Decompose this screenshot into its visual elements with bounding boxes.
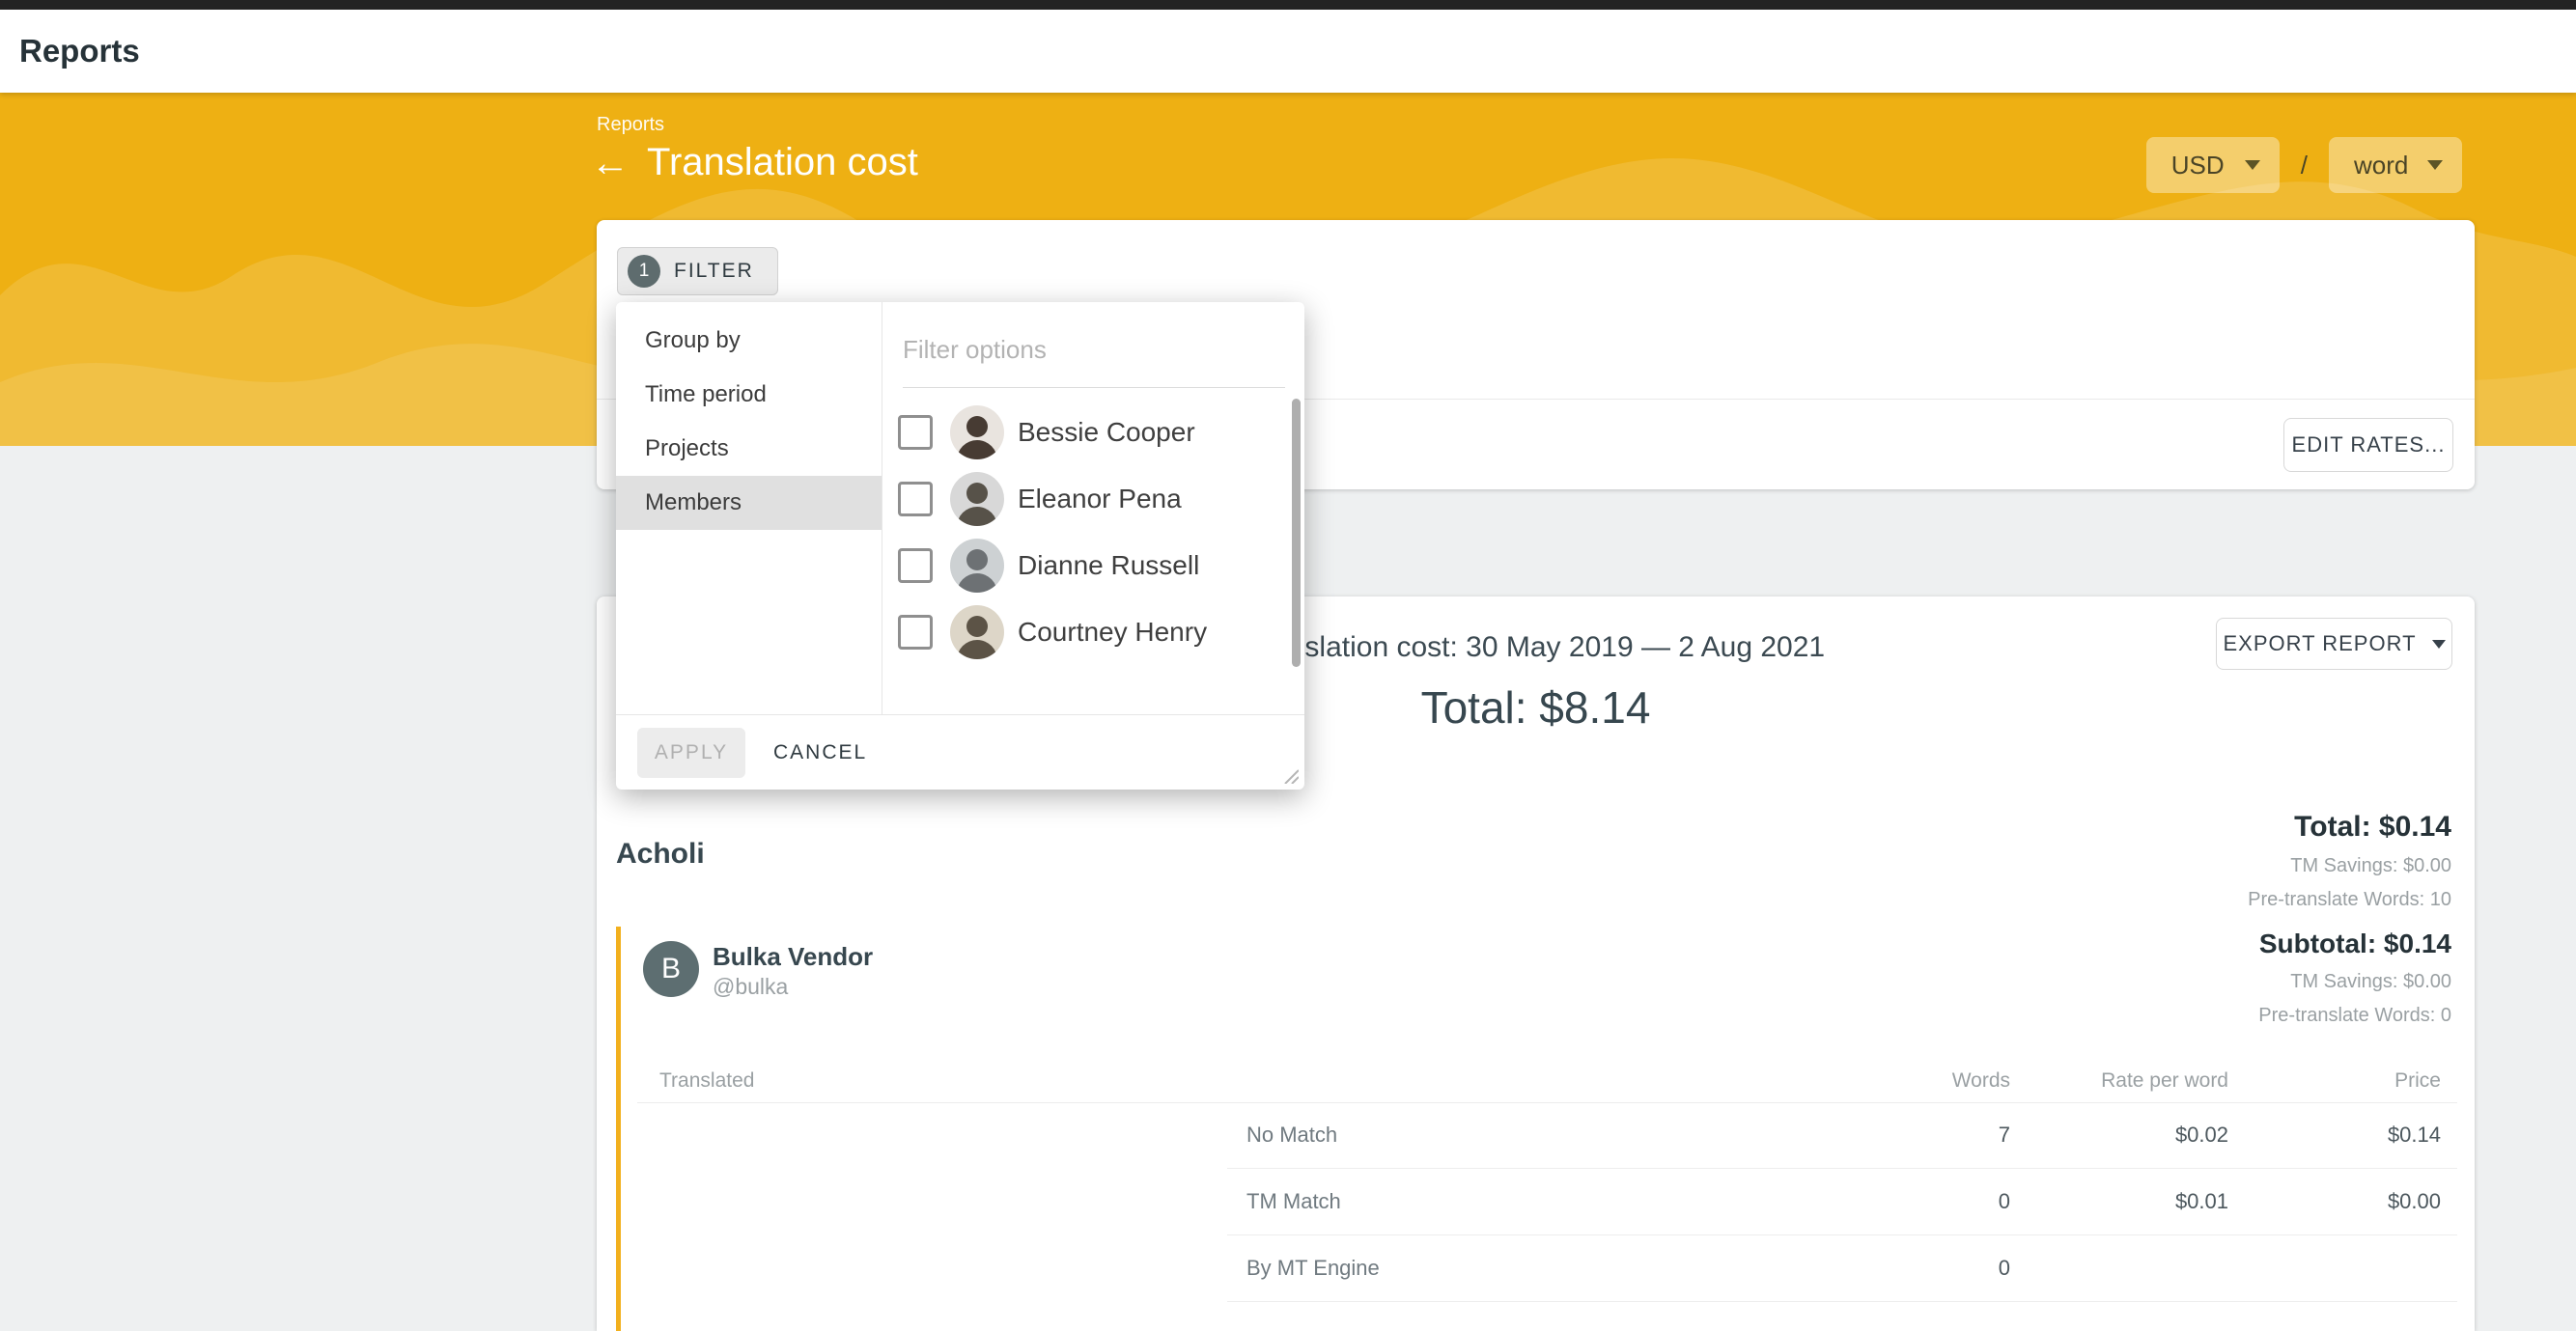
language-totals: Total: $0.14 TM Savings: $0.00 Pre-trans… [2248,811,2451,911]
top-strip [0,0,2576,10]
unit-value: word [2354,151,2408,180]
row-words: 7 [1999,1123,2010,1148]
currency-value: USD [2171,151,2225,180]
table-header-row: Translated Words Rate per word Price [659,1069,2457,1098]
checkbox-icon[interactable] [898,615,933,650]
report-title: Translation cost [647,141,918,184]
resize-handle-icon[interactable] [1281,766,1299,784]
vendor-pretranslate-words: Pre-translate Words: 0 [2258,1005,2451,1027]
vendor-handle: @bulka [713,974,788,1000]
vendor-accent-border [616,927,621,1331]
currency-select[interactable]: USD [2146,137,2280,193]
export-report-button[interactable]: EXPORT REPORT [2216,618,2452,670]
filter-button-label: FILTER [674,260,754,283]
filter-category-projects[interactable]: Projects [616,422,882,476]
language-tm-savings: TM Savings: $0.00 [2248,855,2451,877]
chevron-down-icon [2432,640,2446,649]
row-rate: $0.01 [2175,1189,2228,1214]
row-label: TM Match [1246,1189,1341,1214]
row-rate: $0.02 [2175,1123,2228,1148]
table-row: By MT Engine 0 [1227,1235,2457,1302]
member-name: Eleanor Pena [1018,484,1182,514]
chevron-down-icon [2427,160,2443,170]
table-row: TM Match 0 $0.01 $0.00 [1227,1169,2457,1235]
vendor-tm-savings: TM Savings: $0.00 [2258,971,2451,993]
checkbox-icon[interactable] [898,415,933,450]
column-header-translated: Translated [659,1069,754,1093]
vendor-name: Bulka Vendor [713,942,873,972]
page-title: Reports [19,33,140,69]
member-list: Bessie Cooper Eleanor Pena Dianne Russel… [898,399,1303,665]
checkbox-icon[interactable] [898,482,933,516]
member-list-item[interactable]: Eleanor Pena [898,465,1303,532]
slash-separator: / [2301,151,2308,180]
row-price: $0.14 [2388,1123,2441,1148]
filter-category-group-by[interactable]: Group by [616,314,882,368]
filter-options-input[interactable]: Filter options [903,335,1047,365]
member-name: Dianne Russell [1018,550,1199,581]
row-words: 0 [1999,1189,2010,1214]
avatar [950,605,1004,659]
member-list-item[interactable]: Courtney Henry [898,598,1303,665]
vendor-avatar: B [643,941,699,997]
scrollbar[interactable] [1292,399,1301,667]
vendor-subtotal: Subtotal: $0.14 [2258,929,2451,959]
unit-select[interactable]: word [2329,137,2462,193]
member-list-item[interactable]: Dianne Russell [898,532,1303,598]
export-report-label: EXPORT REPORT [2223,631,2416,656]
avatar [950,405,1004,459]
filter-dropdown-panel: Group by Time period Projects Members Fi… [616,302,1304,790]
avatar [950,472,1004,526]
row-price: $0.00 [2388,1189,2441,1214]
row-words: 0 [1999,1256,2010,1281]
vendor-totals: Subtotal: $0.14 TM Savings: $0.00 Pre-tr… [2258,929,2451,1027]
filter-count-badge: 1 [628,255,660,288]
breadcrumb[interactable]: Reports [597,114,664,136]
row-label: By MT Engine [1246,1256,1380,1281]
panel-footer-divider [616,714,1304,715]
cancel-button[interactable]: CANCEL [773,728,867,778]
table-row: No Match 7 $0.02 $0.14 [1227,1102,2457,1169]
apply-button[interactable]: APPLY [637,728,745,778]
table-body: No Match 7 $0.02 $0.14 TM Match 0 $0.01 … [1227,1102,2457,1302]
back-arrow-icon[interactable]: ← [591,144,630,182]
language-name: Acholi [616,838,705,871]
avatar [950,539,1004,593]
column-header-words: Words [1952,1069,2010,1093]
app-bar: Reports [0,10,2576,93]
column-header-rate: Rate per word [2101,1069,2228,1093]
checkbox-icon[interactable] [898,548,933,583]
language-pretranslate-words: Pre-translate Words: 10 [2248,889,2451,911]
column-header-price: Price [2394,1069,2441,1093]
filter-button[interactable]: 1 FILTER [617,247,778,295]
member-name: Bessie Cooper [1018,417,1195,448]
row-label: No Match [1246,1123,1337,1148]
filter-category-list: Group by Time period Projects Members [616,302,882,714]
language-total: Total: $0.14 [2248,811,2451,844]
member-name: Courtney Henry [1018,617,1207,648]
filter-category-members[interactable]: Members [616,476,882,530]
filter-options-underline [903,387,1285,388]
edit-rates-button[interactable]: EDIT RATES... [2283,418,2453,472]
member-list-item[interactable]: Bessie Cooper [898,399,1303,465]
chevron-down-icon [2245,160,2260,170]
filter-category-time-period[interactable]: Time period [616,368,882,422]
